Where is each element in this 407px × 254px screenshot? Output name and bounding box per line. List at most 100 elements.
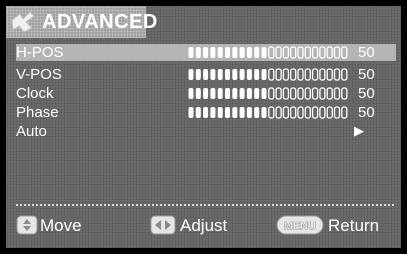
slider-segment-empty [275,106,282,119]
slider-segment-empty [311,87,319,100]
slider-segment-empty [290,87,297,100]
slider-segment-empty [319,46,326,59]
slider-segment-empty [319,106,326,119]
slider-track[interactable] [188,106,350,119]
slider-segment-filled [232,69,238,80]
slider-segment-empty [268,46,275,59]
slider-segment-empty [290,106,297,119]
move-hint: Move [40,216,82,235]
slider-segment-filled [232,107,238,118]
item-label: Clock [16,85,54,102]
slider-segment-filled [239,69,245,80]
slider-segment-filled [217,69,223,80]
slider-segment-empty [268,68,275,81]
slider-segment-filled [225,47,230,58]
slider-segment-empty [304,87,311,100]
slider-segment-empty [297,106,304,119]
slider-segment-filled [195,88,201,99]
menu-item-clock[interactable]: Clock 50 [16,85,396,102]
slider-segment-filled [246,47,252,58]
menu-item-h-pos[interactable]: H-POS 50 [16,44,396,61]
footer-divider [16,204,394,206]
slider-segment-filled [217,107,223,118]
play-arrow-icon: ▶ [354,123,364,138]
slider-segment-filled [254,69,260,80]
menu-key-label: MENU [284,221,316,233]
menu-item-auto[interactable]: Auto ▶ [16,123,396,140]
menu-item-v-pos[interactable]: V-POS 50 [16,66,396,83]
slider-segment-empty [319,68,326,81]
slider-segment-filled [188,107,194,118]
slider-segment-empty [319,87,326,100]
slider-segment-empty [341,68,348,81]
menu-key-icon: MENU [276,215,324,235]
slider-segment-empty [297,68,304,81]
slider-segment-empty [333,106,341,119]
slider-segment-filled [225,88,230,99]
slider-segment-filled [188,88,194,99]
slider-segment-empty [333,46,341,59]
slider-segment-filled [203,69,209,80]
slider-segment-empty [311,68,319,81]
slider-segment-filled [217,47,223,58]
slider-segment-filled [261,69,267,80]
slider-segment-empty [275,46,282,59]
slider-segment-filled [246,107,252,118]
slider-segment-empty [290,68,297,81]
slider-segment-filled [210,107,216,118]
item-label: V-POS [16,66,62,83]
slider-segment-filled [239,88,245,99]
slider-segment-empty [341,87,348,100]
slider-segment-empty [304,46,311,59]
menu-item-phase[interactable]: Phase 50 [16,104,396,121]
return-hint: Return [328,216,380,235]
item-label: Auto [16,123,47,140]
slider-segment-empty [268,87,275,100]
slider-segment-empty [297,46,304,59]
slider-track[interactable] [188,46,350,59]
osd-frame: ADVANCED H-POS 50 V-POS 50 Clock 50 Phas… [0,0,407,254]
slider-segment-filled [203,47,209,58]
slider-segment-filled [210,47,216,58]
slider-segment-filled [239,107,245,118]
settings-icon [11,11,35,33]
slider-segment-empty [311,46,319,59]
slider-segment-empty [326,87,333,100]
slider-segment-filled [254,47,260,58]
slider-segment-filled [195,69,201,80]
item-label: Phase [16,104,59,121]
slider-segment-filled [195,47,201,58]
slider-track[interactable] [188,68,350,81]
slider-segment-filled [188,69,194,80]
up-down-icon [16,215,38,235]
item-value: 50 [358,85,375,102]
menu-title: ADVANCED [42,11,158,33]
slider-segment-empty [268,106,275,119]
item-value: 50 [358,44,375,61]
slider-segment-empty [333,68,341,81]
slider-segment-empty [341,46,348,59]
slider-segment-filled [210,69,216,80]
slider-segment-filled [261,107,267,118]
item-label: H-POS [16,44,64,61]
item-value: 50 [358,66,375,83]
slider-segment-empty [282,68,290,81]
slider-segment-filled [225,69,230,80]
slider-segment-filled [225,107,230,118]
slider-segment-filled [261,88,267,99]
slider-segment-filled [232,47,238,58]
item-value: 50 [358,104,375,121]
slider-segment-empty [341,106,348,119]
slider-segment-empty [282,87,290,100]
slider-segment-empty [297,87,304,100]
slider-segment-empty [304,68,311,81]
slider-segment-filled [217,88,223,99]
slider-segment-filled [261,47,267,58]
slider-segment-filled [246,88,252,99]
slider-segment-filled [232,88,238,99]
slider-segment-empty [304,106,311,119]
slider-segment-filled [195,107,201,118]
slider-segment-empty [275,87,282,100]
slider-track[interactable] [188,87,350,100]
slider-segment-empty [282,106,290,119]
